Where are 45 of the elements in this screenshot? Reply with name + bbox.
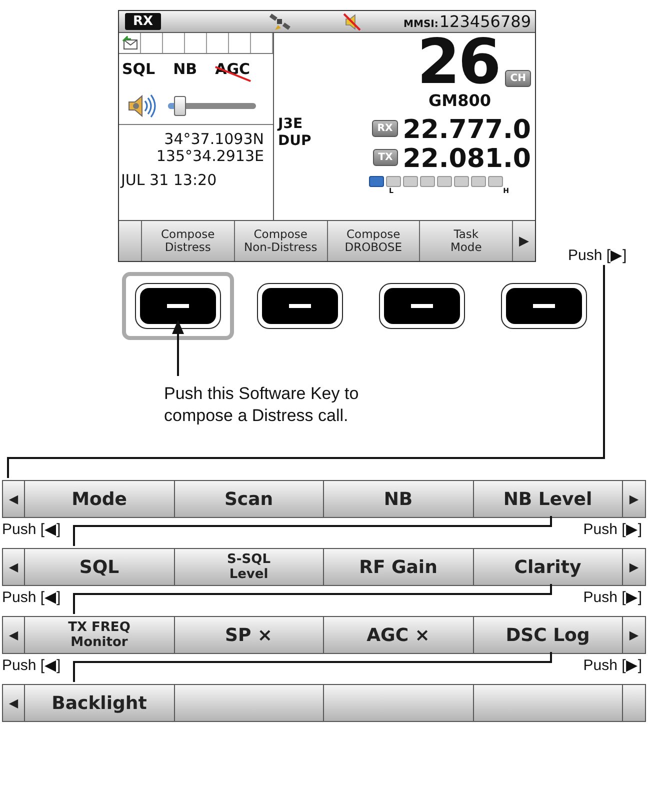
push-instruction: Push [▶]: [568, 246, 627, 264]
function-key[interactable]: NB: [324, 481, 474, 517]
push-instruction: Push [▶]: [583, 520, 642, 538]
channel-number: 26: [417, 33, 500, 91]
channel-name: GM800: [428, 91, 492, 110]
push-instruction: Push [▶]: [583, 588, 642, 606]
muted-speaker-icon: [343, 12, 362, 30]
function-key[interactable]: S-SQL Level: [174, 549, 324, 585]
mode-badge: RX: [125, 13, 162, 30]
frequency-badge: TX: [373, 149, 398, 166]
operating-mode: J3E DUP: [278, 116, 312, 151]
function-key[interactable]: NB Level: [474, 481, 623, 517]
speaker-volume-icon: [127, 93, 157, 119]
frequency-value: 22.081.0: [402, 145, 531, 174]
frequency-badge: RX: [372, 120, 398, 137]
frequency-value: 22.777.0: [402, 116, 531, 145]
date-time: JUL 31 13:20: [119, 170, 218, 189]
push-instruction: Push [◀]: [2, 656, 61, 674]
function-key[interactable]: Mode: [25, 481, 174, 517]
function-key[interactable]: Clarity: [474, 549, 623, 585]
caption-text: Push this Software Key to compose a Distress call.: [164, 383, 360, 427]
soft-key[interactable]: Compose DROBOSE: [328, 221, 420, 261]
function-key[interactable]: Scan: [174, 481, 324, 517]
function-key[interactable]: SQL: [25, 549, 174, 585]
push-instruction: Push [◀]: [2, 588, 61, 606]
position-readout: 34°37.1093N 135°34.2913E: [155, 129, 264, 165]
envelope-icon: [122, 36, 138, 50]
function-key[interactable]: AGC ×: [324, 617, 474, 653]
soft-key[interactable]: Task Mode: [420, 221, 513, 261]
function-key[interactable]: Backlight: [25, 685, 174, 721]
mmsi-number: 123456789: [439, 12, 531, 31]
push-instruction: Push [◀]: [2, 520, 61, 538]
function-key[interactable]: TX FREQ Monitor: [25, 617, 174, 653]
function-key[interactable]: SP ×: [174, 617, 324, 653]
soft-key[interactable]: Compose Distress: [142, 221, 235, 261]
function-indicator: SQL: [122, 60, 156, 80]
push-instruction: Push [▶]: [583, 656, 642, 674]
mmsi-label: MMSI:: [404, 19, 438, 30]
function-key[interactable]: DSC Log: [474, 617, 623, 653]
soft-key[interactable]: Compose Non-Distress: [234, 221, 328, 261]
channel-badge: CH: [505, 70, 531, 87]
pointer-arrow: [172, 320, 184, 376]
function-key[interactable]: RF Gain: [324, 549, 474, 585]
function-indicator: NB: [173, 60, 198, 80]
hardware-key[interactable]: [122, 272, 234, 340]
